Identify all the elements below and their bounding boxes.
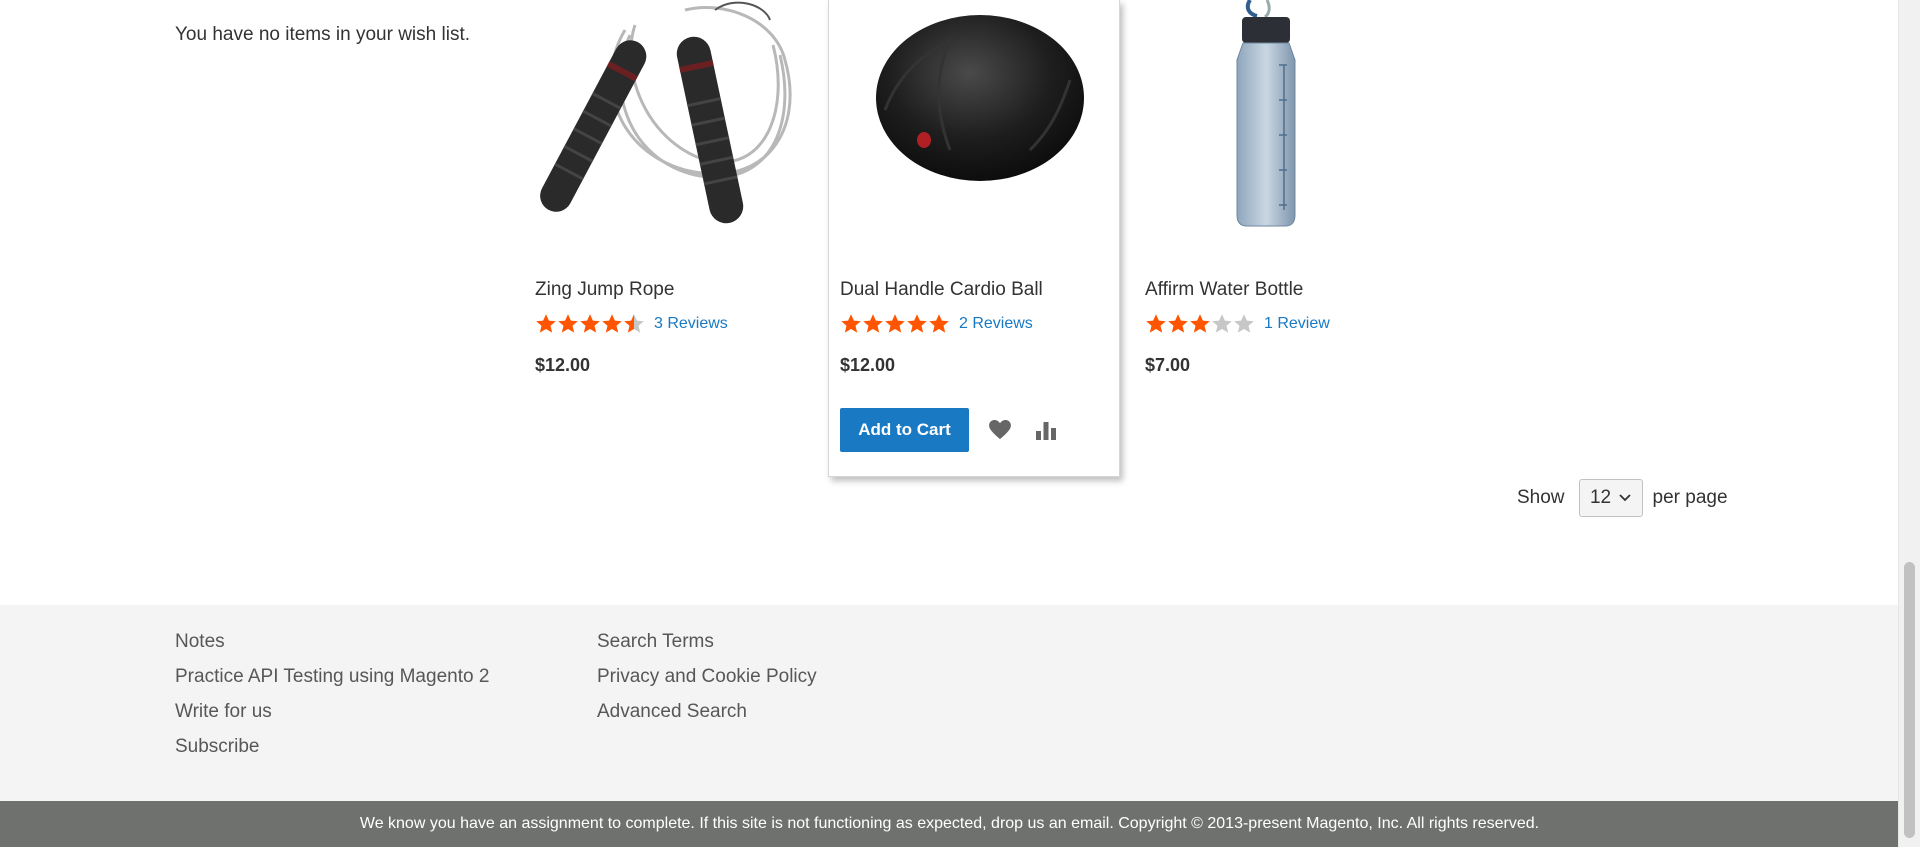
footer-link-item[interactable]: Notes: [175, 631, 489, 666]
star-icon: [536, 314, 556, 333]
per-page-select[interactable]: 12: [1578, 479, 1643, 517]
star-icon: [558, 314, 578, 333]
product-rating: 1 Review: [1145, 312, 1330, 336]
product-price: $12.00: [535, 355, 591, 375]
per-page-value: 12: [1589, 487, 1612, 508]
add-to-cart-button[interactable]: Add to Cart: [840, 408, 969, 452]
wishlist-heart-icon[interactable]: [987, 417, 1013, 443]
footer-link-item[interactable]: Advanced Search: [597, 701, 817, 736]
footer-link-item[interactable]: Subscribe: [175, 736, 489, 771]
rating-stars: [840, 313, 950, 335]
vertical-scrollbar[interactable]: [1898, 0, 1920, 847]
scrollbar-thumb[interactable]: [1904, 562, 1915, 838]
product-image-cardio-ball[interactable]: [840, 0, 1100, 230]
product-price: $12.00: [840, 355, 896, 375]
product-name[interactable]: Dual Handle Cardio Ball: [840, 279, 1043, 301]
product-rating: 2 Reviews: [840, 312, 1033, 336]
show-label: Show: [1517, 487, 1565, 508]
star-icon: [1190, 314, 1210, 333]
product-image-jump-rope[interactable]: [535, 0, 795, 230]
star-icon: [602, 314, 622, 333]
reviews-link[interactable]: 3 Reviews: [654, 315, 728, 333]
wishlist-empty-message: You have no items in your wish list.: [175, 24, 471, 45]
star-icon: [841, 314, 861, 333]
footer-link-item[interactable]: Privacy and Cookie Policy: [597, 666, 817, 701]
footer-link[interactable]: Notes: [175, 631, 225, 652]
star-icon: [907, 314, 927, 333]
star-icon: [1212, 314, 1232, 333]
footer-link-item[interactable]: Search Terms: [597, 631, 817, 666]
footer: Notes Practice API Testing using Magento…: [0, 605, 1899, 801]
star-icon: [885, 314, 905, 333]
rating-stars: [1145, 313, 1255, 335]
chevron-down-icon: [1619, 494, 1631, 502]
compare-chart-icon[interactable]: [1033, 417, 1059, 443]
star-icon: [1168, 314, 1188, 333]
footer-link[interactable]: Privacy and Cookie Policy: [597, 666, 817, 687]
reviews-link[interactable]: 1 Review: [1264, 315, 1330, 333]
product-price: $7.00: [1145, 355, 1191, 375]
main-content: You have no items in your wish list. Zin…: [0, 0, 1899, 605]
star-icon: [1146, 314, 1166, 333]
star-icon: [863, 314, 883, 333]
copyright-bar: We know you have an assignment to comple…: [0, 801, 1899, 847]
star-icon: [580, 314, 600, 333]
rating-stars: [535, 313, 645, 335]
footer-links-col2: Search Terms Privacy and Cookie Policy A…: [597, 631, 817, 736]
star-icon: [1234, 314, 1254, 333]
footer-link[interactable]: Subscribe: [175, 736, 260, 757]
footer-link[interactable]: Advanced Search: [597, 701, 747, 722]
star-icon: [929, 314, 949, 333]
footer-link-item[interactable]: Practice API Testing using Magento 2: [175, 666, 489, 701]
product-actions: Add to Cart: [840, 408, 1059, 452]
copyright-text: We know you have an assignment to comple…: [359, 815, 1540, 832]
footer-link[interactable]: Write for us: [175, 701, 272, 722]
footer-link[interactable]: Search Terms: [597, 631, 714, 652]
footer-link[interactable]: Practice API Testing using Magento 2: [175, 666, 489, 687]
product-image-water-bottle[interactable]: [1145, 0, 1405, 230]
product-name[interactable]: Affirm Water Bottle: [1145, 279, 1303, 301]
product-rating: 3 Reviews: [535, 312, 728, 336]
per-page-label: per page: [1652, 487, 1728, 508]
reviews-link[interactable]: 2 Reviews: [959, 315, 1033, 333]
star-icon: [624, 314, 644, 333]
footer-link-item[interactable]: Write for us: [175, 701, 489, 736]
product-card-hovered: Dual Handle Cardio Ball 2 Reviews $12.00…: [828, 0, 1120, 477]
footer-links-col1: Notes Practice API Testing using Magento…: [175, 631, 489, 771]
pagination-limiter-toolbar: Show 12 per page: [1517, 479, 1728, 517]
product-name[interactable]: Zing Jump Rope: [535, 279, 674, 301]
